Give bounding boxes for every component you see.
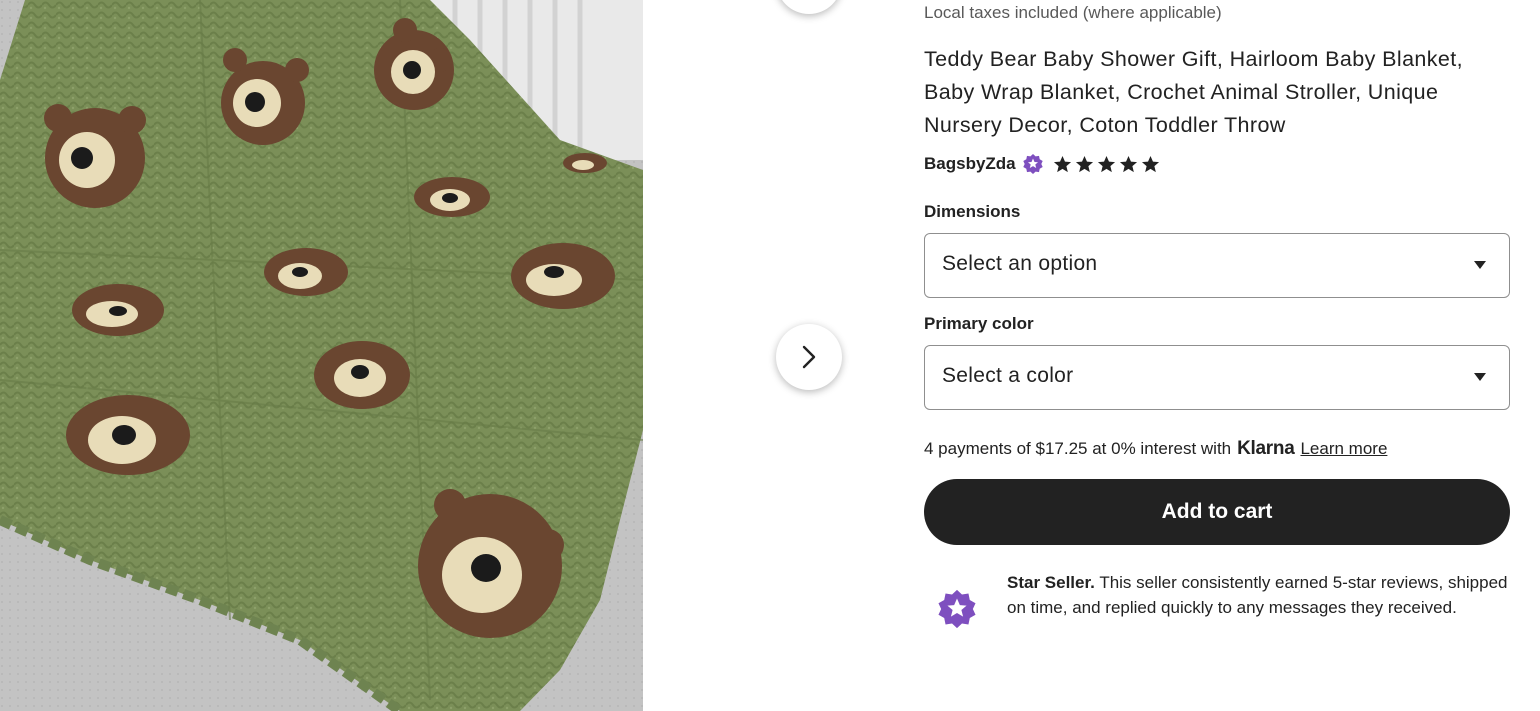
- primary-color-label: Primary color: [924, 314, 1034, 333]
- installments-text: 4 payments of $17.25 at 0% interest with: [924, 439, 1232, 458]
- star-icon: [1119, 155, 1137, 172]
- star-seller-title: Star Seller.: [1007, 573, 1095, 592]
- star-icon: [1141, 155, 1159, 172]
- carousel-prev-button[interactable]: [776, 0, 842, 14]
- star-icon: [1097, 155, 1115, 172]
- chevron-right-icon: [802, 345, 816, 369]
- star-icon: [1075, 155, 1093, 172]
- dimensions-select[interactable]: Select an option: [924, 233, 1510, 298]
- bear-face: [44, 104, 146, 208]
- seller-row: BagsbyZda: [924, 152, 1160, 176]
- add-to-cart-button[interactable]: Add to cart: [924, 479, 1510, 545]
- klarna-installments: 4 payments of $17.25 at 0% interest with…: [924, 438, 1387, 460]
- star-seller-text: Star Seller. This seller consistently ea…: [1007, 570, 1513, 620]
- seller-name-link[interactable]: BagsbyZda: [924, 154, 1016, 174]
- listing-title: Teddy Bear Baby Shower Gift, Hairloom Ba…: [924, 47, 1464, 137]
- rating-stars[interactable]: [1053, 155, 1160, 174]
- star-icon: [1053, 155, 1071, 172]
- dimensions-label: Dimensions: [924, 202, 1021, 221]
- caret-down-icon: [1474, 373, 1486, 381]
- star-seller-badge-icon: [1022, 153, 1044, 175]
- product-image[interactable]: [0, 0, 643, 711]
- star-seller-icon: [936, 588, 978, 630]
- learn-more-link[interactable]: Learn more: [1300, 439, 1387, 459]
- klarna-logo: Klarna: [1237, 438, 1295, 459]
- taxes-note: Local taxes included (where applicable): [924, 3, 1222, 22]
- dimensions-select-value: Select an option: [942, 252, 1098, 275]
- primary-color-select-value: Select a color: [942, 364, 1074, 387]
- caret-down-icon: [1474, 261, 1486, 269]
- primary-color-select[interactable]: Select a color: [924, 345, 1510, 410]
- crochet-blanket-illustration: [0, 0, 643, 711]
- carousel-next-button[interactable]: [776, 324, 842, 390]
